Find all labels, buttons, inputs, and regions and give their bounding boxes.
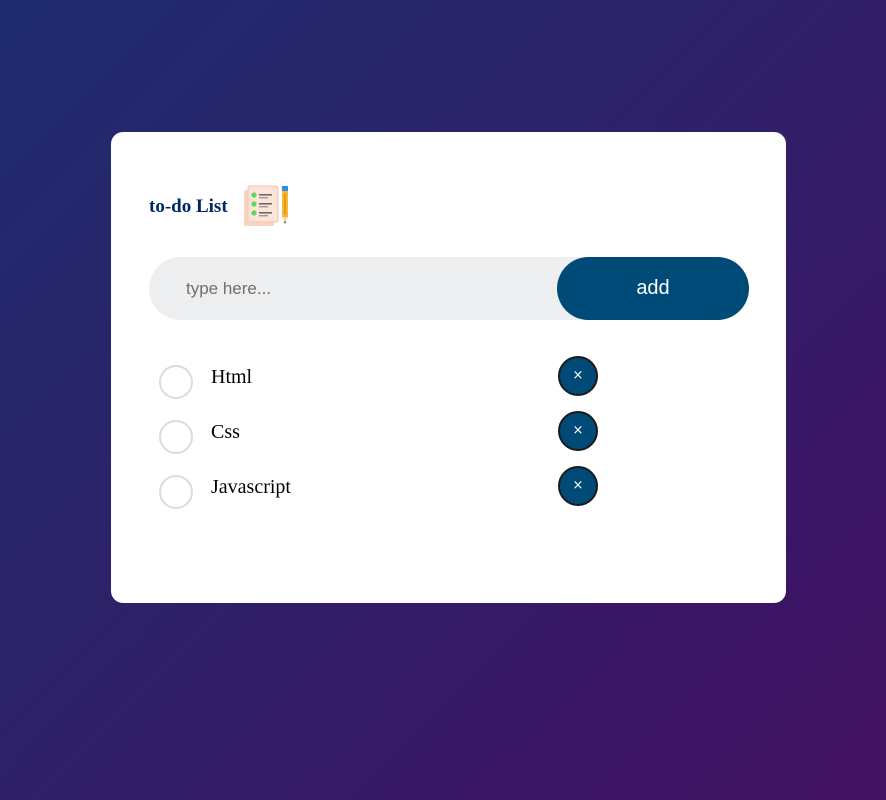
add-button[interactable]: add [557, 257, 749, 320]
input-row: add [149, 257, 749, 320]
header: to-do List [149, 184, 292, 230]
app-title: to-do List [149, 196, 228, 217]
remove-task-button[interactable]: × [558, 466, 598, 506]
checklist-icon [243, 185, 288, 226]
remove-task-button[interactable]: × [558, 411, 598, 451]
task-label: Javascript [211, 476, 291, 498]
task-input[interactable] [149, 257, 569, 320]
task-item[interactable]: Html × [149, 350, 749, 405]
remove-task-button[interactable]: × [558, 356, 598, 396]
checkbox-circle-icon[interactable] [159, 420, 193, 454]
todo-card: to-do List add Html × [111, 132, 786, 603]
task-item[interactable]: Css × [149, 405, 749, 460]
task-item[interactable]: Javascript × [149, 460, 749, 515]
task-list: Html × Css × Javascript × [149, 350, 749, 515]
checkbox-circle-icon[interactable] [159, 365, 193, 399]
task-label: Html [211, 366, 253, 388]
checkbox-circle-icon[interactable] [159, 475, 193, 509]
task-label: Css [211, 421, 240, 443]
